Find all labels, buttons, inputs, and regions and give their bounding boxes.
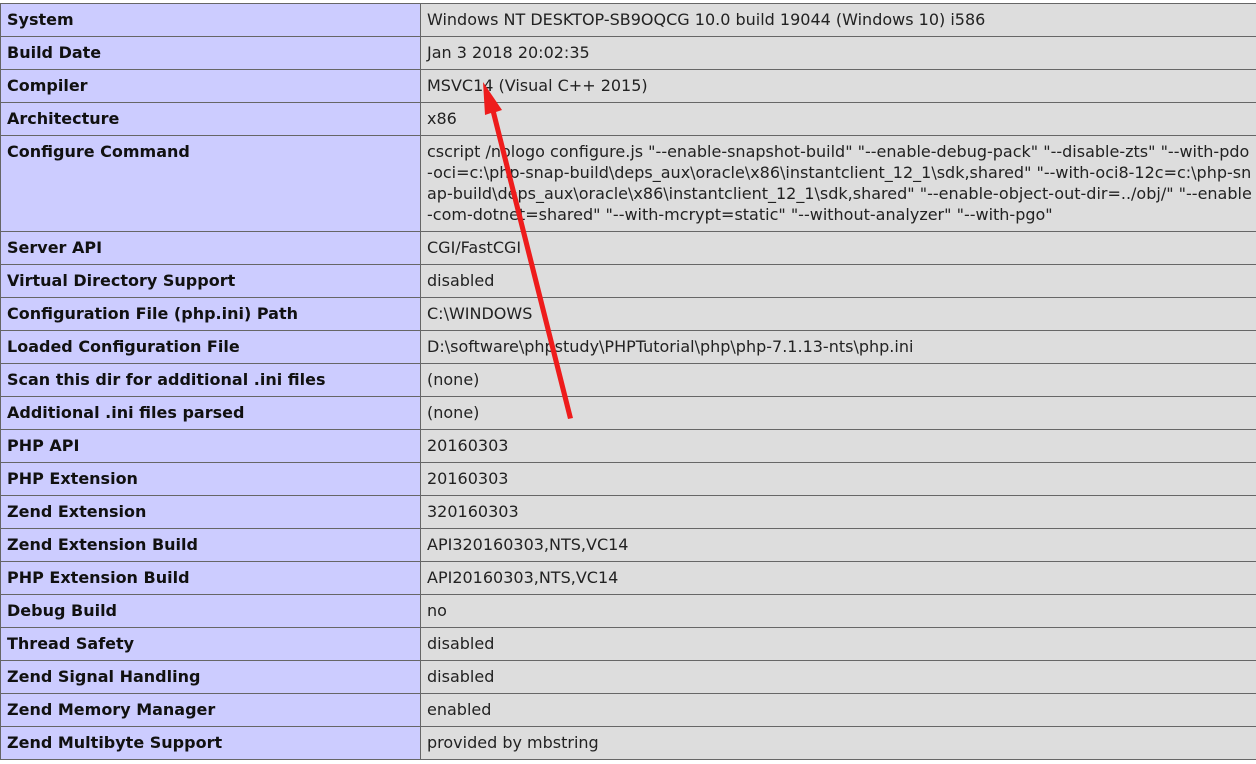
table-row-zend-extension-build: Zend Extension Build API320160303,NTS,VC… <box>0 528 1256 562</box>
row-key: Loaded Configuration File <box>0 330 421 364</box>
table-row-config-file-path: Configuration File (php.ini) Path C:\WIN… <box>0 297 1256 331</box>
row-value: CGI/FastCGI <box>420 231 1256 265</box>
table-row-zend-memory-manager: Zend Memory Manager enabled <box>0 693 1256 727</box>
row-value: Windows NT DESKTOP-SB9OQCG 10.0 build 19… <box>420 3 1256 37</box>
row-key: Compiler <box>0 69 421 103</box>
row-value: (none) <box>420 396 1256 430</box>
row-key: PHP API <box>0 429 421 463</box>
row-value: x86 <box>420 102 1256 136</box>
row-key: PHP Extension <box>0 462 421 496</box>
table-row-architecture: Architecture x86 <box>0 102 1256 136</box>
row-key: Server API <box>0 231 421 265</box>
phpinfo-table: System Windows NT DESKTOP-SB9OQCG 10.0 b… <box>0 3 1256 760</box>
row-key: Thread Safety <box>0 627 421 661</box>
row-key: Zend Memory Manager <box>0 693 421 727</box>
table-row-configure-command: Configure Command cscript /nologo config… <box>0 135 1256 232</box>
row-value: no <box>420 594 1256 628</box>
table-row-additional-ini: Additional .ini files parsed (none) <box>0 396 1256 430</box>
row-key: Additional .ini files parsed <box>0 396 421 430</box>
row-value: D:\software\phpstudy\PHPTutorial\php\php… <box>420 330 1256 364</box>
table-row-server-api: Server API CGI/FastCGI <box>0 231 1256 265</box>
row-key: Debug Build <box>0 594 421 628</box>
phpinfo-page: System Windows NT DESKTOP-SB9OQCG 10.0 b… <box>0 0 1256 764</box>
row-value: disabled <box>420 660 1256 694</box>
table-row-loaded-config-file: Loaded Configuration File D:\software\ph… <box>0 330 1256 364</box>
row-value: API20160303,NTS,VC14 <box>420 561 1256 595</box>
table-row-zend-signal-handling: Zend Signal Handling disabled <box>0 660 1256 694</box>
table-row-debug-build: Debug Build no <box>0 594 1256 628</box>
table-row-php-extension-build: PHP Extension Build API20160303,NTS,VC14 <box>0 561 1256 595</box>
row-key: Zend Extension <box>0 495 421 529</box>
row-key: System <box>0 3 421 37</box>
row-value: MSVC14 (Visual C++ 2015) <box>420 69 1256 103</box>
row-value: API320160303,NTS,VC14 <box>420 528 1256 562</box>
table-row-thread-safety: Thread Safety disabled <box>0 627 1256 661</box>
row-value: enabled <box>420 693 1256 727</box>
row-key: Configure Command <box>0 135 421 232</box>
table-row-php-api: PHP API 20160303 <box>0 429 1256 463</box>
row-value: 320160303 <box>420 495 1256 529</box>
row-key: Scan this dir for additional .ini files <box>0 363 421 397</box>
row-key: Zend Multibyte Support <box>0 726 421 760</box>
row-value: C:\WINDOWS <box>420 297 1256 331</box>
row-value: disabled <box>420 627 1256 661</box>
table-row-compiler: Compiler MSVC14 (Visual C++ 2015) <box>0 69 1256 103</box>
row-key: Configuration File (php.ini) Path <box>0 297 421 331</box>
row-value: cscript /nologo configure.js "--enable-s… <box>420 135 1256 232</box>
table-row-build-date: Build Date Jan 3 2018 20:02:35 <box>0 36 1256 70</box>
row-value: (none) <box>420 363 1256 397</box>
table-row-zend-multibyte-support: Zend Multibyte Support provided by mbstr… <box>0 726 1256 760</box>
row-value: 20160303 <box>420 462 1256 496</box>
row-key: Zend Extension Build <box>0 528 421 562</box>
table-row-php-extension: PHP Extension 20160303 <box>0 462 1256 496</box>
row-value: provided by mbstring <box>420 726 1256 760</box>
row-value: Jan 3 2018 20:02:35 <box>420 36 1256 70</box>
table-row-scan-dir: Scan this dir for additional .ini files … <box>0 363 1256 397</box>
row-value: disabled <box>420 264 1256 298</box>
row-key: Architecture <box>0 102 421 136</box>
row-key: PHP Extension Build <box>0 561 421 595</box>
row-key: Build Date <box>0 36 421 70</box>
row-value: 20160303 <box>420 429 1256 463</box>
row-key: Virtual Directory Support <box>0 264 421 298</box>
table-row-virtual-directory-support: Virtual Directory Support disabled <box>0 264 1256 298</box>
table-row-system: System Windows NT DESKTOP-SB9OQCG 10.0 b… <box>0 3 1256 37</box>
table-row-zend-extension: Zend Extension 320160303 <box>0 495 1256 529</box>
row-key: Zend Signal Handling <box>0 660 421 694</box>
